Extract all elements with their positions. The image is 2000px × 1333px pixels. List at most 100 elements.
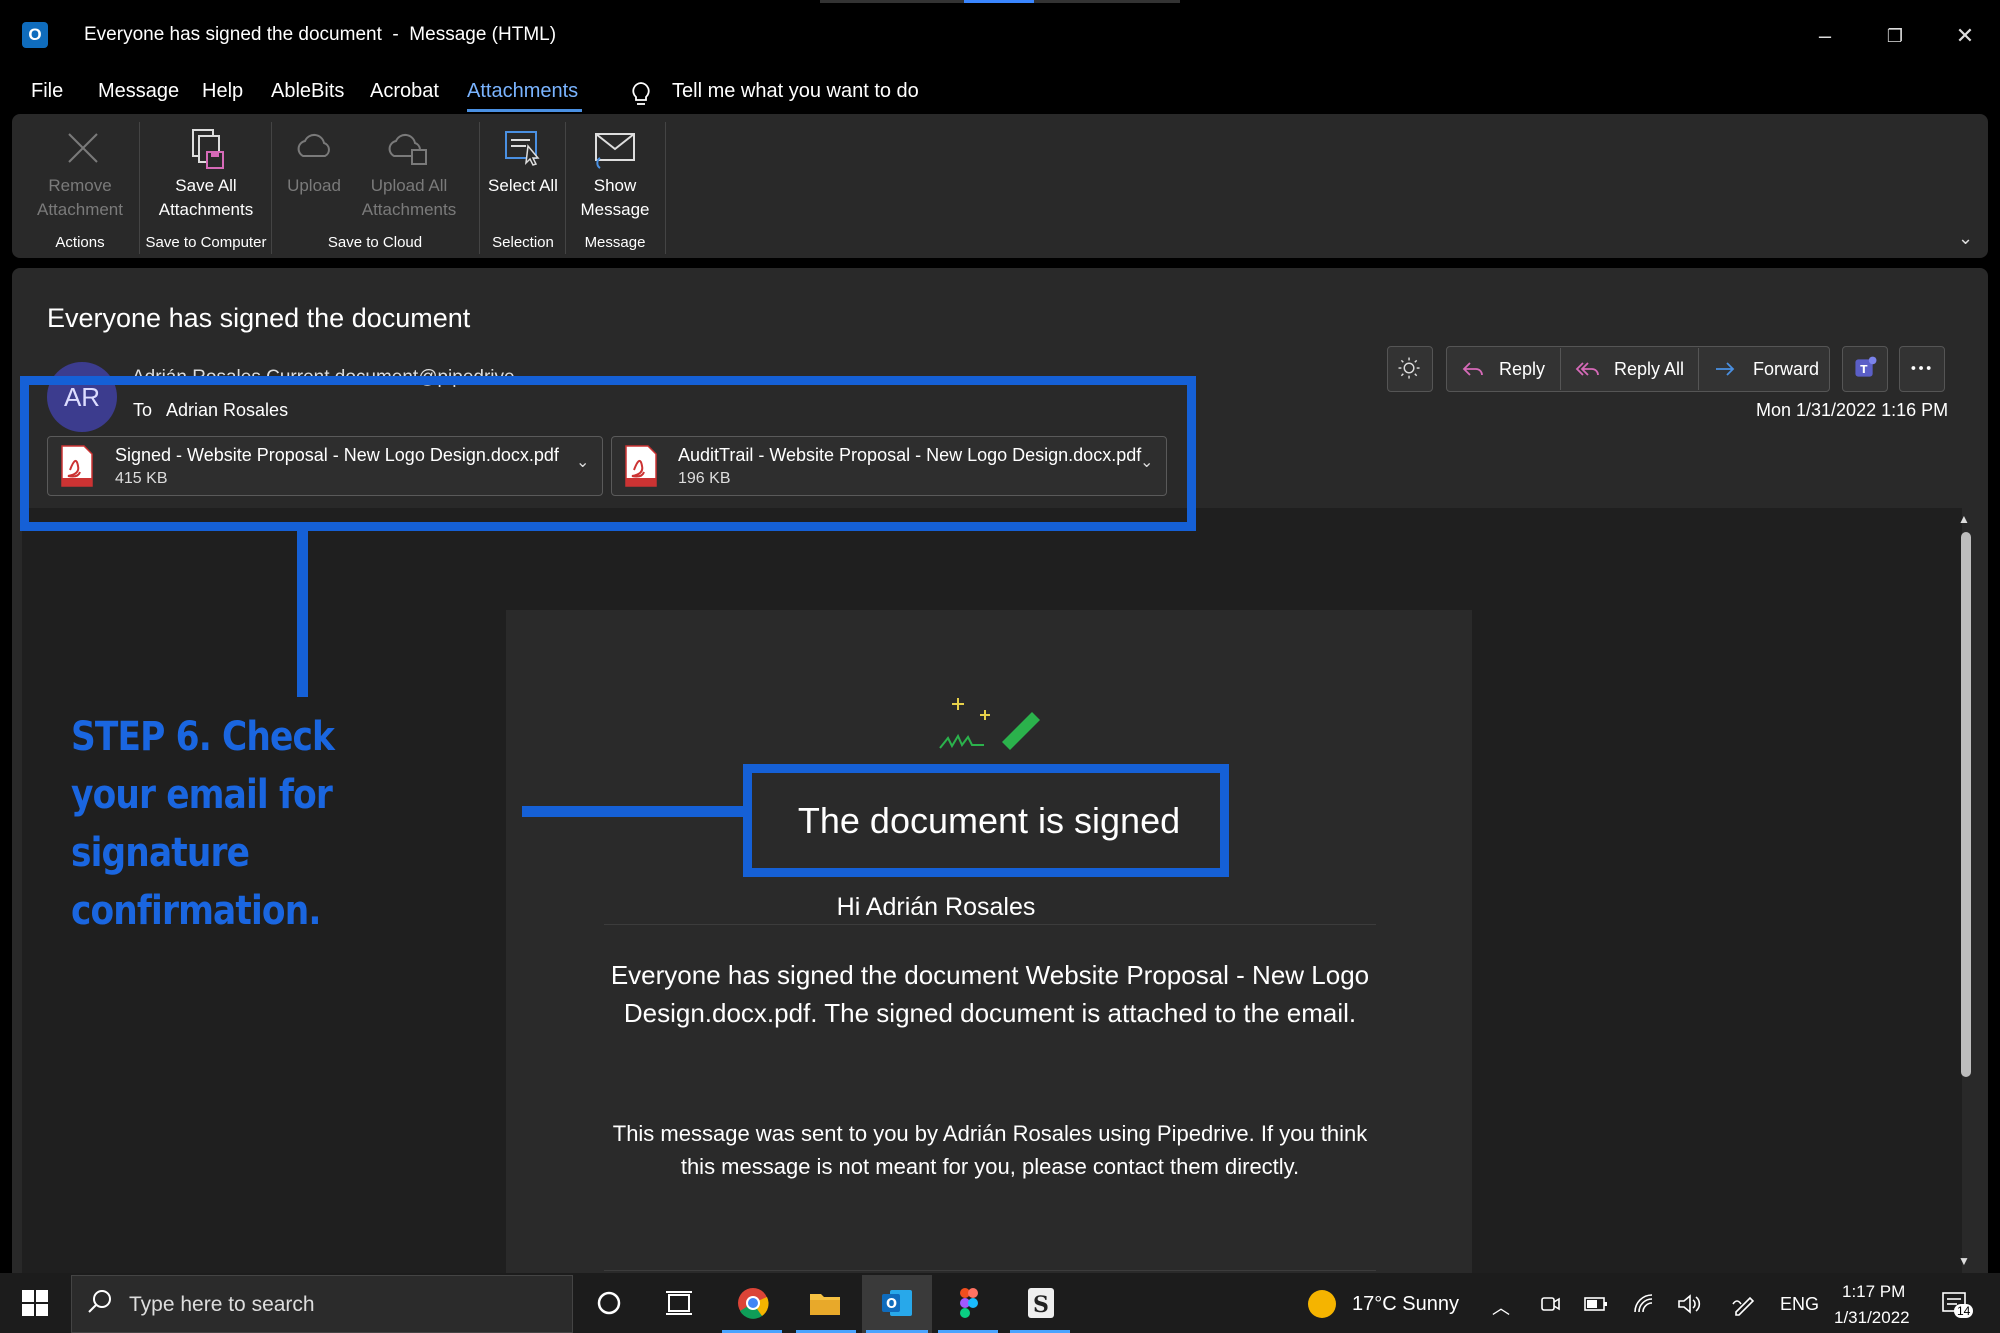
reply-button[interactable]: Reply: [1460, 347, 1560, 391]
forward-button[interactable]: Forward: [1712, 347, 1828, 391]
outlook-icon[interactable]: O: [878, 1284, 916, 1322]
teams-share-button[interactable]: T: [1842, 346, 1888, 392]
immersive-reader-button[interactable]: [1387, 346, 1433, 392]
remove-attachment-label: Remove Attachment: [37, 176, 123, 219]
weather-sun-icon[interactable]: [1308, 1290, 1336, 1318]
remove-x-icon: [68, 133, 98, 163]
cortana-icon[interactable]: [590, 1284, 628, 1322]
tell-me-search[interactable]: Tell me what you want to do: [672, 80, 919, 103]
teams-icon: T: [1855, 356, 1877, 377]
menu-attachments[interactable]: Attachments: [467, 80, 578, 103]
annotation-connector-line: [297, 531, 308, 697]
email-body-text: Everyone has signed the document Website…: [610, 960, 1370, 1028]
show-message-label: Show Message: [580, 176, 650, 219]
reply-arrow-icon: [1462, 362, 1483, 376]
envelope-icon: [595, 133, 635, 169]
menu-message[interactable]: Message: [98, 80, 179, 103]
reply-label: Reply: [1499, 359, 1546, 379]
tray-overflow-chevron-icon[interactable]: ︿: [1492, 1294, 1510, 1320]
remove-attachment-button[interactable]: Remove Attachment: [30, 124, 130, 222]
save-all-label: Save All Attachments: [158, 176, 254, 219]
select-all-icon: [505, 131, 540, 166]
chrome-icon[interactable]: [734, 1284, 772, 1322]
forward-arrow-icon: [1716, 362, 1735, 376]
battery-icon[interactable]: [1583, 1294, 1609, 1314]
ribbon-separator: [479, 122, 480, 254]
ribbon-separator: [565, 122, 566, 254]
svg-text:T: T: [1860, 364, 1868, 376]
annotation-callout-text: STEP 6. Check your email for signature c…: [71, 714, 335, 934]
ribbon-collapse-chevron-icon[interactable]: ⌄: [1958, 228, 1973, 249]
meet-now-icon[interactable]: [1538, 1292, 1562, 1316]
save-all-icon: [192, 129, 224, 169]
ribbon-separator: [139, 122, 140, 254]
scrollbar-thumb[interactable]: [1961, 532, 1971, 1077]
more-options-button[interactable]: [1899, 346, 1945, 392]
menu-ablebits[interactable]: AbleBits: [271, 80, 344, 103]
task-view-icon[interactable]: [660, 1284, 698, 1322]
notification-count-badge: 14: [1954, 1304, 1974, 1318]
window-title: Everyone has signed the document - Messa…: [84, 24, 557, 45]
save-all-attachments-button[interactable]: Save All Attachments: [150, 124, 262, 222]
forward-label: Forward: [1753, 359, 1820, 379]
file-explorer-icon[interactable]: [806, 1284, 844, 1322]
reply-all-button[interactable]: Reply All: [1573, 347, 1693, 391]
cloud-upload-icon: [297, 133, 330, 157]
select-all-button[interactable]: Select All: [487, 124, 559, 198]
annotation-connector-line: [522, 806, 743, 817]
ribbon-separator: [665, 122, 666, 254]
ribbon-separator: [271, 122, 272, 254]
outlook-app-icon: O: [22, 22, 48, 48]
windows-start-icon[interactable]: [22, 1290, 48, 1316]
annotation-highlight-box: [20, 376, 1196, 531]
action-separator: [1698, 348, 1699, 390]
cloud-upload-all-icon: [388, 133, 427, 165]
svg-text:S: S: [1033, 1292, 1049, 1318]
signature-illustration-icon: [939, 698, 1040, 750]
clock-date[interactable]: 1/31/2022: [1834, 1308, 1910, 1328]
group-label-selection: Selection: [492, 234, 554, 251]
close-button[interactable]: ✕: [1942, 16, 1988, 56]
title-bar-strip-accent: [964, 0, 1034, 3]
sun-icon: [1398, 357, 1420, 379]
menu-acrobat[interactable]: Acrobat: [370, 80, 439, 103]
volume-icon[interactable]: [1676, 1292, 1702, 1316]
group-label-save-to-computer: Save to Computer: [145, 234, 267, 251]
scrivener-icon[interactable]: S: [1022, 1284, 1060, 1322]
upload-all-label: Upload All Attachments: [361, 176, 457, 219]
lightbulb-icon: [632, 82, 650, 105]
search-icon: [88, 1290, 111, 1313]
message-subject: Everyone has signed the document: [47, 303, 471, 333]
upload-button[interactable]: Upload: [280, 124, 348, 198]
action-separator: [1560, 348, 1561, 390]
pen-icon[interactable]: [1730, 1290, 1758, 1318]
search-placeholder: Type here to search: [129, 1293, 315, 1316]
upload-label: Upload: [287, 176, 341, 195]
svg-text:O: O: [886, 1297, 897, 1312]
wifi-icon[interactable]: [1632, 1292, 1658, 1316]
show-message-button[interactable]: Show Message: [571, 124, 659, 222]
reply-all-arrow-icon: [1575, 362, 1599, 376]
menu-file[interactable]: File: [31, 80, 63, 103]
ellipsis-icon: [1911, 366, 1931, 370]
scroll-up-arrow-icon[interactable]: ▲: [1958, 512, 1970, 526]
annotation-highlight-box: [743, 764, 1229, 877]
restore-button[interactable]: ❐: [1872, 16, 1918, 56]
email-footer-text: This message was sent to you by Adrián R…: [612, 1121, 1368, 1179]
weather-text[interactable]: 17°C Sunny: [1352, 1293, 1459, 1316]
received-date: Mon 1/31/2022 1:16 PM: [1756, 400, 1949, 420]
clock-time[interactable]: 1:17 PM: [1842, 1282, 1905, 1302]
minimize-button[interactable]: –: [1802, 16, 1848, 56]
menu-help[interactable]: Help: [202, 80, 243, 103]
group-label-save-to-cloud: Save to Cloud: [327, 234, 423, 251]
language-indicator[interactable]: ENG: [1780, 1294, 1819, 1315]
divider: [604, 924, 1376, 925]
active-tab-underline: [467, 109, 582, 112]
figma-icon[interactable]: [950, 1284, 988, 1322]
email-greeting: Hi Adrián Rosales: [836, 893, 1036, 921]
select-all-label: Select All: [488, 176, 558, 195]
upload-all-attachments-button[interactable]: Upload All Attachments: [350, 124, 468, 222]
group-label-message: Message: [584, 234, 646, 251]
divider: [604, 1270, 1376, 1271]
scroll-down-arrow-icon[interactable]: ▼: [1958, 1254, 1970, 1268]
